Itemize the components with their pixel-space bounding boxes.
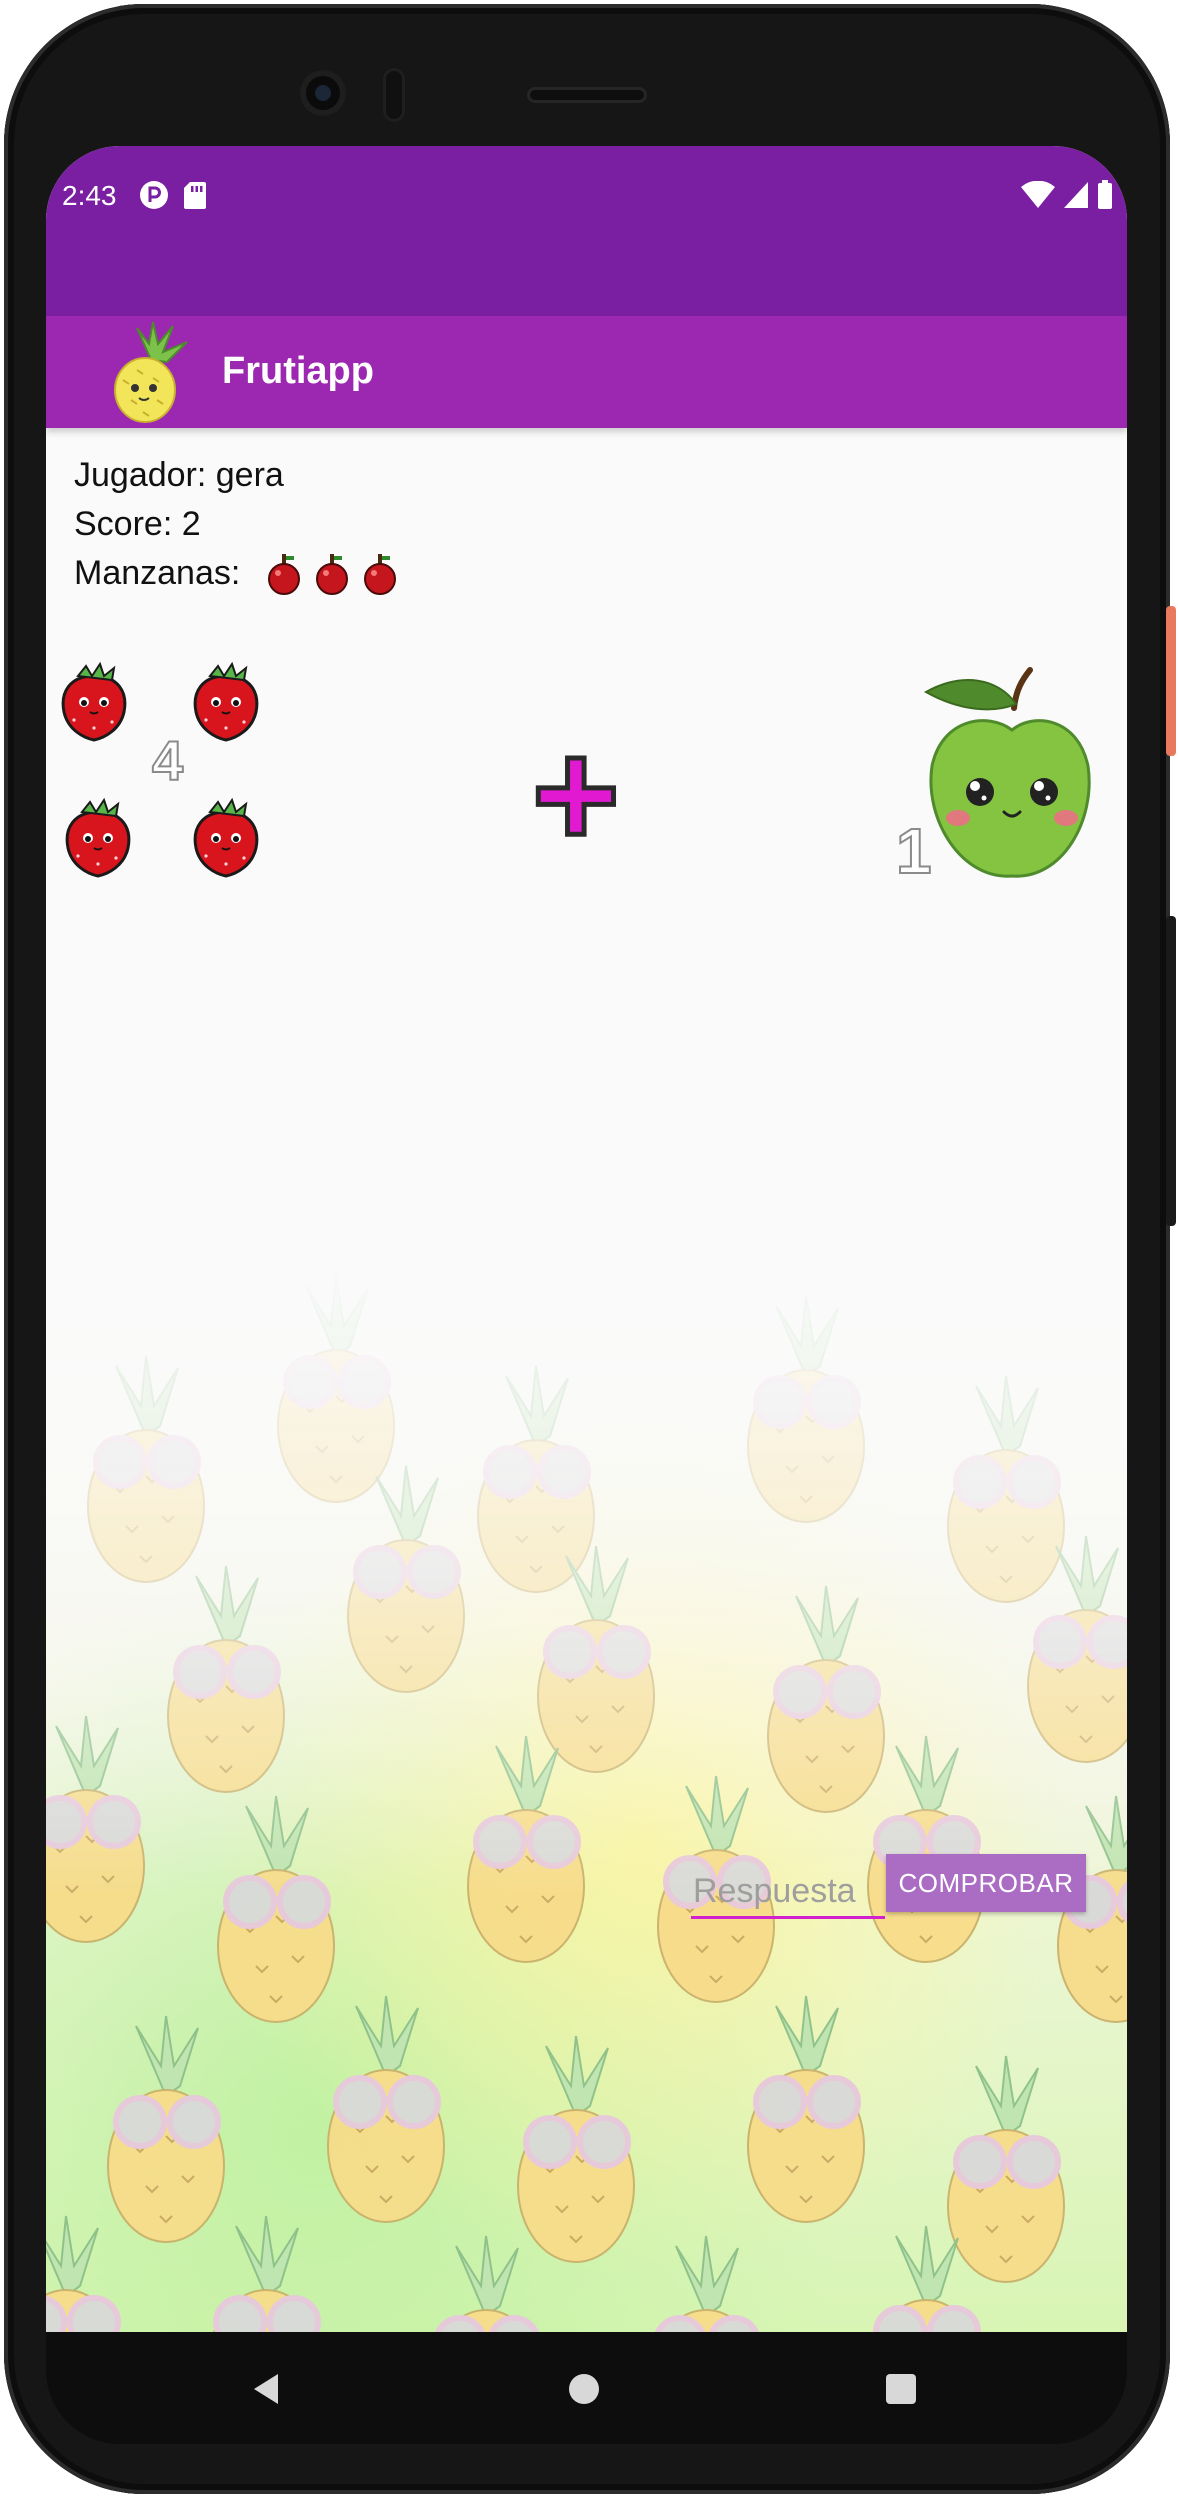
green-apple-icon [923, 667, 1091, 878]
lives-label: Manzanas: [74, 554, 241, 592]
wifi-icon [1021, 181, 1055, 208]
operator-sign: + [530, 710, 623, 878]
p-icon [140, 181, 168, 209]
answer-input[interactable] [691, 1866, 885, 1919]
power-button [1166, 606, 1176, 756]
app-title: Frutiapp [222, 350, 374, 392]
screen: 2:43 Frutiapp Jugador: gera Score: 2 Man… [46, 146, 1127, 2332]
signal-icon [1064, 182, 1088, 208]
red-apple-icon [316, 554, 348, 595]
navigation-bar [46, 2332, 1127, 2444]
red-apple-icon [268, 554, 300, 595]
score-label: Score: 2 [74, 505, 201, 543]
strawberry-icon [193, 662, 259, 742]
player-label: Jugador: gera [74, 456, 284, 494]
strawberry-icon [61, 662, 127, 742]
front-camera [300, 70, 346, 116]
proximity-sensor [383, 68, 405, 122]
strawberry-icon [65, 798, 131, 878]
battery-icon [1098, 180, 1112, 209]
status-time: 2:43 [62, 180, 117, 211]
home-icon[interactable] [569, 2374, 599, 2404]
strawberry-icon [193, 798, 259, 878]
sd-card-icon [184, 182, 206, 209]
volume-button [1166, 916, 1176, 1226]
pineapple-icon [114, 321, 188, 423]
lives-indicator [264, 552, 400, 596]
pineapple-background [46, 1246, 1127, 2332]
back-icon[interactable] [252, 2372, 280, 2406]
recents-icon[interactable] [886, 2374, 916, 2404]
app-bar: Frutiapp [46, 316, 1127, 428]
right-number: 1 [895, 814, 933, 888]
check-button[interactable]: COMPROBAR [886, 1854, 1086, 1912]
earpiece-speaker [527, 87, 647, 103]
left-number: 4 [151, 728, 184, 793]
status-bar: 2:43 [46, 146, 1127, 316]
red-apple-icon [364, 554, 396, 595]
